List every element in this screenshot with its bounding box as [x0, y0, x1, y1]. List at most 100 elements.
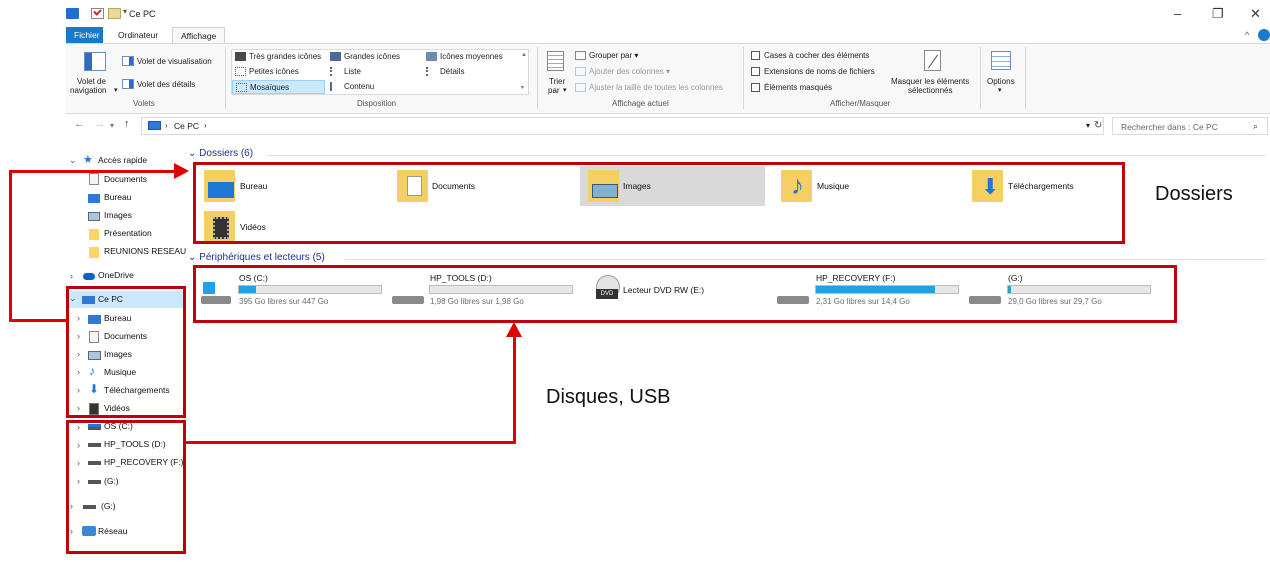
sidebar-item-quick-documents[interactable]: Documents	[104, 172, 147, 187]
search-input[interactable]: Rechercher dans : Ce PC	[1121, 122, 1218, 132]
search-icon[interactable]: ⌕	[1253, 121, 1258, 132]
ribbon-separator	[980, 47, 981, 109]
sort-by-label-2[interactable]: par	[548, 86, 560, 95]
size-columns-icon	[575, 83, 586, 93]
address-bar[interactable]: › Ce PC › ▾ ↻	[141, 117, 1104, 135]
breadcrumb-ce-pc[interactable]: Ce PC	[174, 121, 199, 131]
group-label-layout: Disposition	[357, 99, 397, 108]
new-folder-icon[interactable]	[108, 8, 121, 19]
annotation-label-folders: Dossiers	[1155, 183, 1233, 205]
gallery-scroll-up-icon[interactable]: ▲	[521, 52, 527, 58]
file-extensions-toggle[interactable]: Extensions de noms de fichiers	[751, 67, 875, 77]
preview-pane-button[interactable]: Volet de visualisation	[137, 57, 212, 66]
annotation-label-drives: Disques, USB	[546, 386, 671, 408]
folder-icon	[89, 229, 99, 240]
item-checkboxes-toggle[interactable]: Cases à cocher des éléments	[751, 51, 870, 61]
annotation-connector-line	[9, 170, 12, 322]
quick-access-collapse-icon[interactable]: ⌄	[69, 155, 77, 166]
annotation-connector-line	[513, 334, 516, 444]
medium-icons-icon	[426, 52, 437, 62]
navigation-pane-icon	[84, 52, 106, 71]
sidebar-item-onedrive[interactable]: OneDrive	[98, 268, 134, 283]
sort-by-label-1[interactable]: Trier	[549, 77, 565, 86]
close-button[interactable]: ✕	[1250, 6, 1261, 22]
annotation-arrowhead-icon	[506, 322, 522, 337]
item-checkboxes-checkbox[interactable]	[751, 51, 760, 61]
minimize-button[interactable]: –	[1174, 6, 1181, 21]
forward-arrow-icon[interactable]: →	[94, 118, 105, 130]
sort-by-dropdown-icon[interactable]: ▾	[563, 86, 567, 94]
layout-very-large-icons[interactable]: Très grandes icônes	[235, 52, 322, 62]
sidebar-item-quick-images[interactable]: Images	[104, 208, 132, 223]
breadcrumb-separator-icon: ›	[165, 121, 168, 130]
ribbon-separator	[225, 47, 226, 109]
ribbon-collapse-icon[interactable]: ^	[1245, 30, 1249, 40]
tab-computer[interactable]: Ordinateur	[110, 27, 166, 43]
sidebar-item-quick-presentation[interactable]: Présentation	[104, 226, 152, 241]
annotation-connector-line	[9, 170, 177, 173]
hide-selected-label-1[interactable]: Masquer les éléments	[891, 77, 969, 86]
nav-pane-label-2[interactable]: navigation	[70, 86, 106, 95]
back-arrow-icon[interactable]: ←	[74, 118, 85, 130]
folders-section-title: Dossiers (6)	[199, 148, 254, 159]
folders-section-header[interactable]: ⌄ Dossiers (6)	[188, 148, 253, 159]
properties-icon[interactable]	[91, 7, 104, 19]
layout-details[interactable]: Détails	[426, 67, 465, 77]
list-label: Liste	[344, 67, 361, 76]
small-icons-icon	[235, 67, 246, 77]
small-icons-label: Petites icônes	[249, 67, 299, 76]
help-icon[interactable]	[1258, 29, 1270, 41]
quick-access-star-icon: ★	[83, 154, 93, 166]
options-button[interactable]: Options	[987, 77, 1015, 86]
item-checkboxes-label: Cases à cocher des éléments	[764, 51, 870, 60]
large-icons-icon	[330, 52, 341, 62]
layout-large-icons[interactable]: Grandes icônes	[330, 52, 400, 62]
breadcrumb-expand-icon[interactable]: ›	[204, 121, 207, 130]
very-large-icons-label: Très grandes icônes	[249, 52, 322, 61]
refresh-icon[interactable]: ↻	[1094, 120, 1102, 131]
quick-access-dropdown-icon[interactable]: ▾	[123, 7, 127, 16]
search-box[interactable]: Rechercher dans : Ce PC ⌕	[1112, 117, 1268, 135]
group-by-button[interactable]: Grouper par ▾	[575, 51, 638, 61]
hide-selected-label-2[interactable]: sélectionnés	[908, 86, 952, 95]
layout-list[interactable]: Liste	[330, 67, 361, 77]
maximize-button[interactable]: ❐	[1212, 6, 1224, 22]
devices-section-divider	[345, 259, 1266, 260]
layout-content[interactable]: Contenu	[330, 82, 375, 92]
options-dropdown-icon[interactable]: ▾	[998, 86, 1002, 94]
layout-tiles[interactable]: Mosaïques	[232, 80, 325, 94]
gallery-scroll-more-icon[interactable]: ▾	[521, 84, 524, 91]
address-history-dropdown-icon[interactable]: ▾	[1086, 121, 1090, 130]
nav-pane-label-1[interactable]: Volet de	[77, 77, 106, 86]
tiles-icon	[236, 83, 247, 93]
sidebar-item-quick-bureau[interactable]: Bureau	[104, 190, 131, 205]
content-label: Contenu	[344, 82, 375, 91]
layout-small-icons[interactable]: Petites icônes	[235, 67, 299, 77]
layout-medium-icons[interactable]: Icônes moyennes	[426, 52, 503, 62]
tab-view[interactable]: Affichage	[172, 27, 226, 43]
ribbon-separator	[743, 47, 744, 109]
hidden-items-checkbox[interactable]	[751, 83, 760, 93]
sidebar-item-quick-reunions-reseau[interactable]: REUNIONS RESEAU	[104, 244, 186, 259]
sidebar-item-quick-access[interactable]: Accès rapide	[98, 153, 147, 168]
annotation-arrowhead-icon	[174, 163, 189, 179]
ribbon-separator	[537, 47, 538, 109]
hidden-items-label: Éléments masqués	[764, 83, 833, 92]
nav-pane-dropdown-icon[interactable]: ▾	[114, 86, 118, 94]
group-label-current-view: Affichage actuel	[612, 99, 669, 108]
devices-section-header[interactable]: ⌄ Périphériques et lecteurs (5)	[188, 252, 325, 263]
folder-icon	[89, 247, 99, 258]
up-arrow-icon[interactable]: ↑	[124, 118, 130, 130]
add-columns-button[interactable]: Ajouter des colonnes ▾	[575, 67, 670, 77]
details-label: Détails	[440, 67, 465, 76]
this-pc-icon	[148, 121, 161, 130]
file-extensions-checkbox[interactable]	[751, 67, 760, 77]
details-pane-button[interactable]: Volet des détails	[137, 80, 195, 89]
recent-locations-chevron-icon[interactable]: ▾	[110, 121, 114, 130]
add-columns-icon	[575, 67, 586, 77]
onedrive-cloud-icon	[83, 273, 95, 280]
hidden-items-toggle[interactable]: Éléments masqués	[751, 83, 833, 93]
onedrive-expand-icon[interactable]: ›	[70, 271, 73, 281]
size-columns-button[interactable]: Ajuster la taille de toutes les colonnes	[575, 83, 723, 93]
tab-file[interactable]: Fichier	[66, 27, 103, 43]
